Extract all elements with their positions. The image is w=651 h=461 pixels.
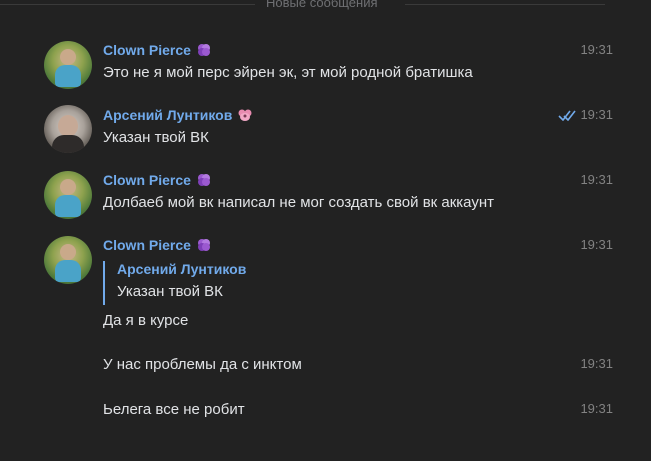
author-name[interactable]: Арсений Лунтиков	[103, 107, 253, 123]
message-text: У нас проблемы да с инктом	[103, 356, 302, 373]
divider-label: Новые сообщения	[266, 0, 378, 10]
purple-clover-badge-icon	[197, 174, 210, 186]
avatar-clown-pierce[interactable]	[44, 236, 92, 284]
message-text: Долбаеб мой вк написал не мог создать св…	[103, 194, 495, 211]
message-time: 19:31	[580, 237, 613, 252]
new-messages-divider: Новые сообщения	[0, 0, 651, 14]
reply-text: Указан твой ВК	[117, 283, 223, 300]
message-text: Это не я мой перс эйрен эк, эт мой родно…	[103, 64, 473, 81]
avatar-clown-pierce[interactable]	[44, 41, 92, 89]
divider-line-right	[405, 4, 605, 5]
author-label[interactable]: Clown Pierce	[103, 42, 191, 58]
reply-author[interactable]: Арсений Лунтиков	[117, 261, 246, 277]
message-time: 19:31	[580, 401, 613, 416]
author-label[interactable]: Clown Pierce	[103, 237, 191, 253]
purple-clover-badge-icon	[197, 239, 210, 251]
message-time: 19:31	[580, 172, 613, 187]
message-text: Указан твой ВК	[103, 129, 209, 146]
message-text: Да я в курсе	[103, 312, 189, 329]
author-label[interactable]: Clown Pierce	[103, 172, 191, 188]
divider-line-left	[0, 4, 255, 5]
message-time: 19:31	[580, 356, 613, 371]
message-meta: 19:31	[558, 107, 613, 122]
author-name[interactable]: Clown Pierce	[103, 172, 212, 188]
pink-flower-badge-icon	[238, 109, 252, 121]
avatar-clown-pierce[interactable]	[44, 171, 92, 219]
author-label[interactable]: Арсений Лунтиков	[103, 107, 232, 123]
message-time: 19:31	[580, 107, 613, 122]
avatar-arseniy-luntikov[interactable]	[44, 105, 92, 153]
author-name[interactable]: Clown Pierce	[103, 237, 212, 253]
purple-clover-badge-icon	[197, 44, 210, 56]
double-check-icon	[558, 110, 577, 121]
message-text: Ьелега все не робит	[103, 401, 245, 418]
author-name[interactable]: Clown Pierce	[103, 42, 212, 58]
reply-quote[interactable]: Арсений Лунтиков Указан твой ВК	[103, 261, 246, 305]
message-time: 19:31	[580, 42, 613, 57]
